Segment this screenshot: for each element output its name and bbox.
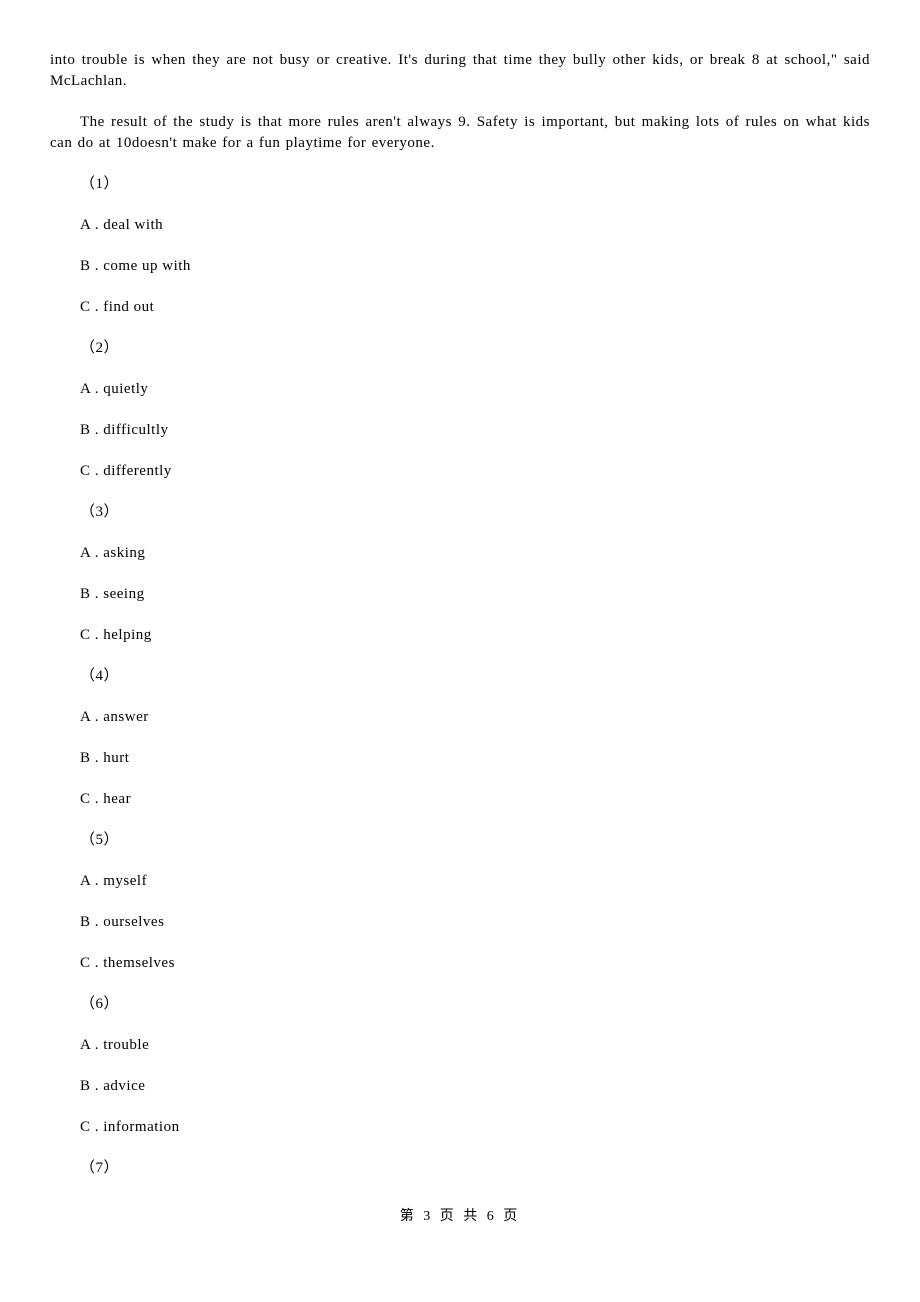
option-b: B . hurt [80, 748, 870, 769]
option-text: advice [103, 1078, 145, 1094]
option-label: B . [80, 586, 103, 602]
question-number: （6） [80, 994, 870, 1015]
option-c: C . helping [80, 625, 870, 646]
option-label: A . [80, 217, 103, 233]
question-number: （7） [80, 1158, 870, 1179]
option-label: C . [80, 955, 103, 971]
option-label: C . [80, 791, 103, 807]
page-footer: 第 3 页 共 6 页 [50, 1207, 870, 1227]
option-text: difficultly [103, 422, 168, 438]
option-text: myself [103, 873, 147, 889]
option-label: B . [80, 750, 103, 766]
option-text: hurt [103, 750, 129, 766]
option-b: B . advice [80, 1076, 870, 1097]
option-text: seeing [103, 586, 144, 602]
option-a: A . myself [80, 871, 870, 892]
option-a: A . quietly [80, 379, 870, 400]
option-text: ourselves [103, 914, 164, 930]
passage-paragraph-2: The result of the study is that more rul… [50, 112, 870, 154]
option-text: quietly [103, 381, 148, 397]
option-a: A . asking [80, 543, 870, 564]
option-text: hear [103, 791, 131, 807]
option-label: B . [80, 422, 103, 438]
passage-paragraph-1: into trouble is when they are not busy o… [50, 50, 870, 92]
option-label: A . [80, 873, 103, 889]
option-label: B . [80, 914, 103, 930]
option-label: A . [80, 709, 103, 725]
option-label: C . [80, 627, 103, 643]
option-a: A . trouble [80, 1035, 870, 1056]
option-text: answer [103, 709, 148, 725]
option-label: A . [80, 545, 103, 561]
option-a: A . deal with [80, 215, 870, 236]
option-text: differently [103, 463, 172, 479]
option-text: come up with [103, 258, 191, 274]
option-text: information [103, 1119, 179, 1135]
option-text: asking [103, 545, 145, 561]
option-c: C . themselves [80, 953, 870, 974]
option-text: trouble [103, 1037, 149, 1053]
question-number: （1） [80, 174, 870, 195]
option-text: deal with [103, 217, 163, 233]
option-label: A . [80, 1037, 103, 1053]
option-label: C . [80, 463, 103, 479]
question-number: （2） [80, 338, 870, 359]
option-label: C . [80, 299, 103, 315]
question-number: （5） [80, 830, 870, 851]
option-label: C . [80, 1119, 103, 1135]
question-number: （4） [80, 666, 870, 687]
option-a: A . answer [80, 707, 870, 728]
option-text: themselves [103, 955, 175, 971]
option-c: C . differently [80, 461, 870, 482]
option-b: B . come up with [80, 256, 870, 277]
option-label: A . [80, 381, 103, 397]
option-label: B . [80, 258, 103, 274]
option-text: helping [103, 627, 152, 643]
option-label: B . [80, 1078, 103, 1094]
option-c: C . hear [80, 789, 870, 810]
question-number: （3） [80, 502, 870, 523]
option-c: C . information [80, 1117, 870, 1138]
option-b: B . seeing [80, 584, 870, 605]
option-b: B . ourselves [80, 912, 870, 933]
option-c: C . find out [80, 297, 870, 318]
option-b: B . difficultly [80, 420, 870, 441]
questions-container: （1） A . deal with B . come up with C . f… [80, 174, 870, 1179]
option-text: find out [103, 299, 154, 315]
